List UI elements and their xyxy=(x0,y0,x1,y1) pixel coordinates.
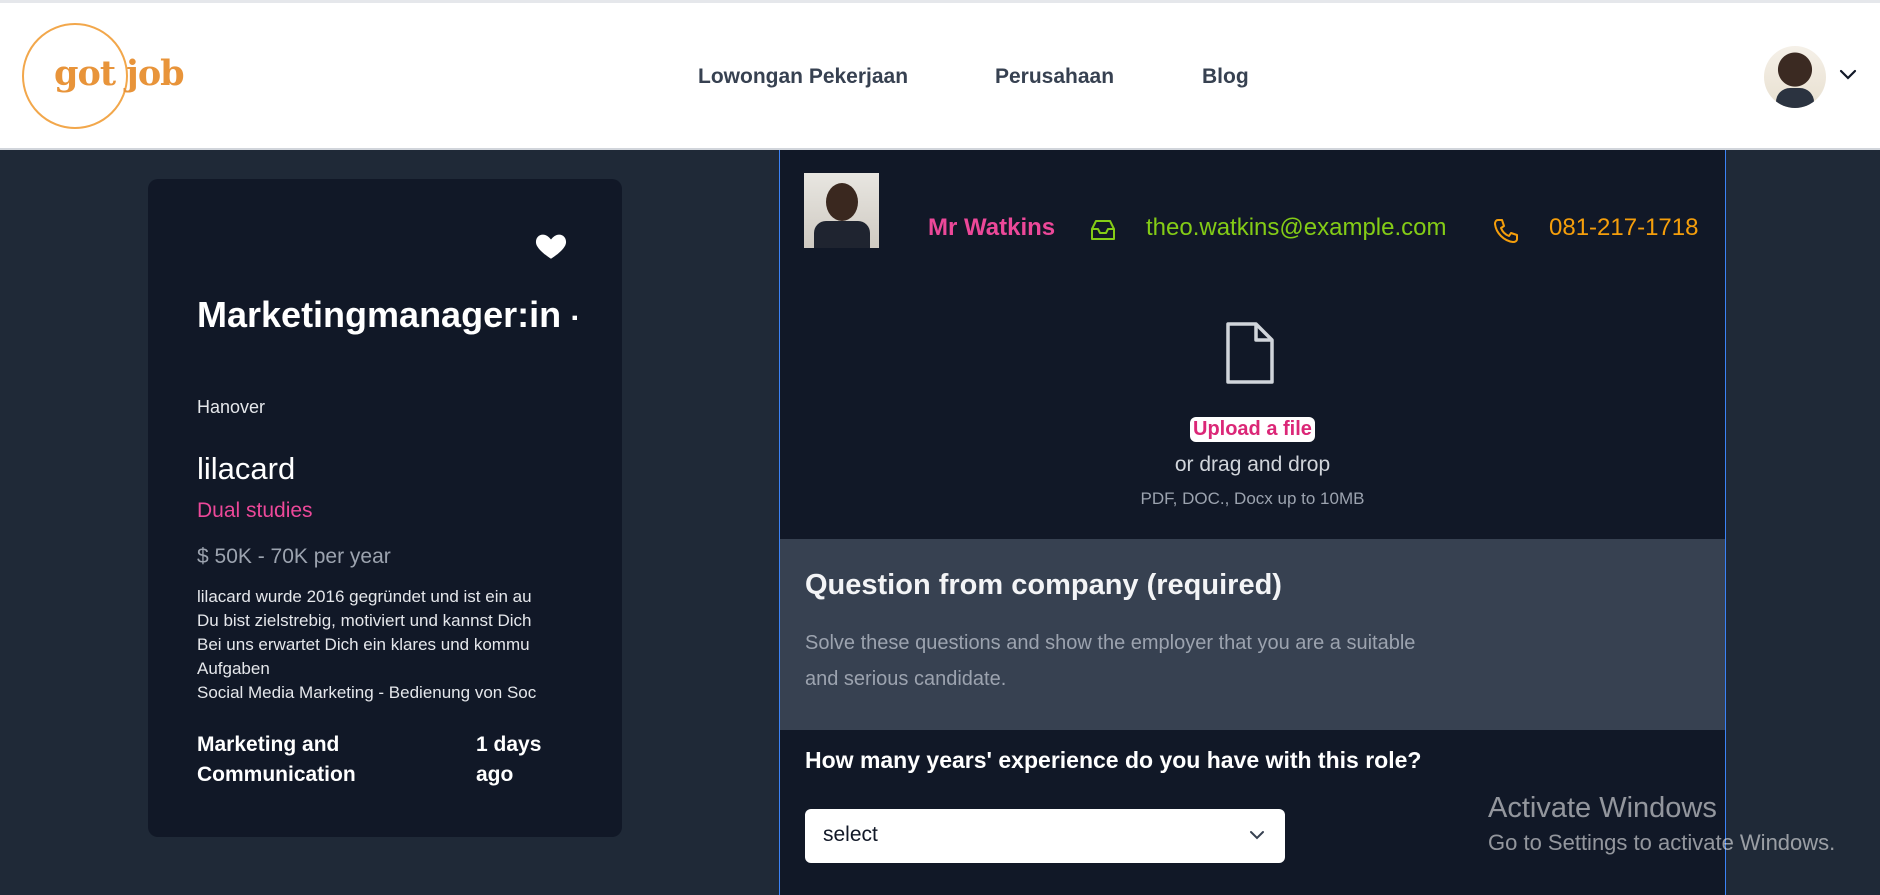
application-panel: Mr Watkins theo.watkins@example.com 081-… xyxy=(779,150,1726,895)
job-department: Marketing and Communication xyxy=(197,733,356,786)
job-posted-time: 1 days ago xyxy=(476,733,542,786)
question-label: How many years' experience do you have w… xyxy=(805,747,1422,773)
drag-drop-hint: or drag and drop xyxy=(1174,453,1331,476)
chevron-down-icon xyxy=(1250,831,1264,840)
file-types-hint: PDF, DOC., Docx up to 10MB xyxy=(1140,489,1365,508)
applicant-phone: 081-217-1718 xyxy=(1549,214,1699,241)
phone-icon xyxy=(1494,219,1518,243)
heart-icon[interactable] xyxy=(534,229,568,263)
applicant-photo xyxy=(804,173,879,248)
applicant-email: theo.watkins@example.com xyxy=(1146,214,1447,241)
applicant-name: Mr Watkins xyxy=(928,214,1056,241)
user-avatar[interactable] xyxy=(1764,46,1826,108)
nav-blog[interactable]: Blog xyxy=(1202,65,1249,89)
chevron-down-icon[interactable] xyxy=(1838,67,1858,81)
description-line: lilacard wurde 2016 gegründet und ist ei… xyxy=(197,587,532,606)
questions-title: Question from company (required) xyxy=(805,569,1282,601)
job-category: Dual studies xyxy=(197,499,313,522)
description-line: Social Media Marketing - Bedienung von S… xyxy=(197,683,537,702)
job-salary: $ 50K - 70K per year xyxy=(197,545,391,568)
activate-windows-subtitle: Go to Settings to activate Windows. xyxy=(1488,830,1836,855)
nav-perusahaan[interactable]: Perusahaan xyxy=(995,65,1114,89)
description-line: Bei uns erwartet Dich ein klares und kom… xyxy=(197,635,530,654)
description-line: Aufgaben xyxy=(197,659,270,678)
top-navbar: got job Lowongan Pekerjaan Perusahaan Bl… xyxy=(0,0,1880,150)
select-value: select xyxy=(823,823,878,846)
questions-subtitle: Solve these questions and show the emplo… xyxy=(805,632,1416,690)
questions-header: Question from company (required) Solve t… xyxy=(780,539,1725,730)
upload-file-button[interactable]: Upload a file xyxy=(1190,417,1315,442)
experience-select[interactable]: select xyxy=(805,809,1285,863)
description-line: Du bist zielstrebig, motiviert und kanns… xyxy=(197,611,532,630)
nav-lowongan-pekerjaan[interactable]: Lowongan Pekerjaan xyxy=(698,65,908,89)
job-title[interactable]: Marketingmanager:in - Duales Studium xyxy=(197,291,577,338)
inbox-icon xyxy=(1091,220,1115,240)
job-location: Hanover xyxy=(197,397,266,417)
job-description: lilacard wurde 2016 gegründet und ist ei… xyxy=(197,585,577,705)
company-name: lilacard xyxy=(197,451,296,486)
job-card: Marketingmanager:in - Duales Studium Han… xyxy=(148,179,622,837)
logo-text[interactable]: got job xyxy=(54,53,185,94)
document-icon xyxy=(1226,322,1274,384)
activate-windows-title: Activate Windows xyxy=(1488,792,1717,824)
